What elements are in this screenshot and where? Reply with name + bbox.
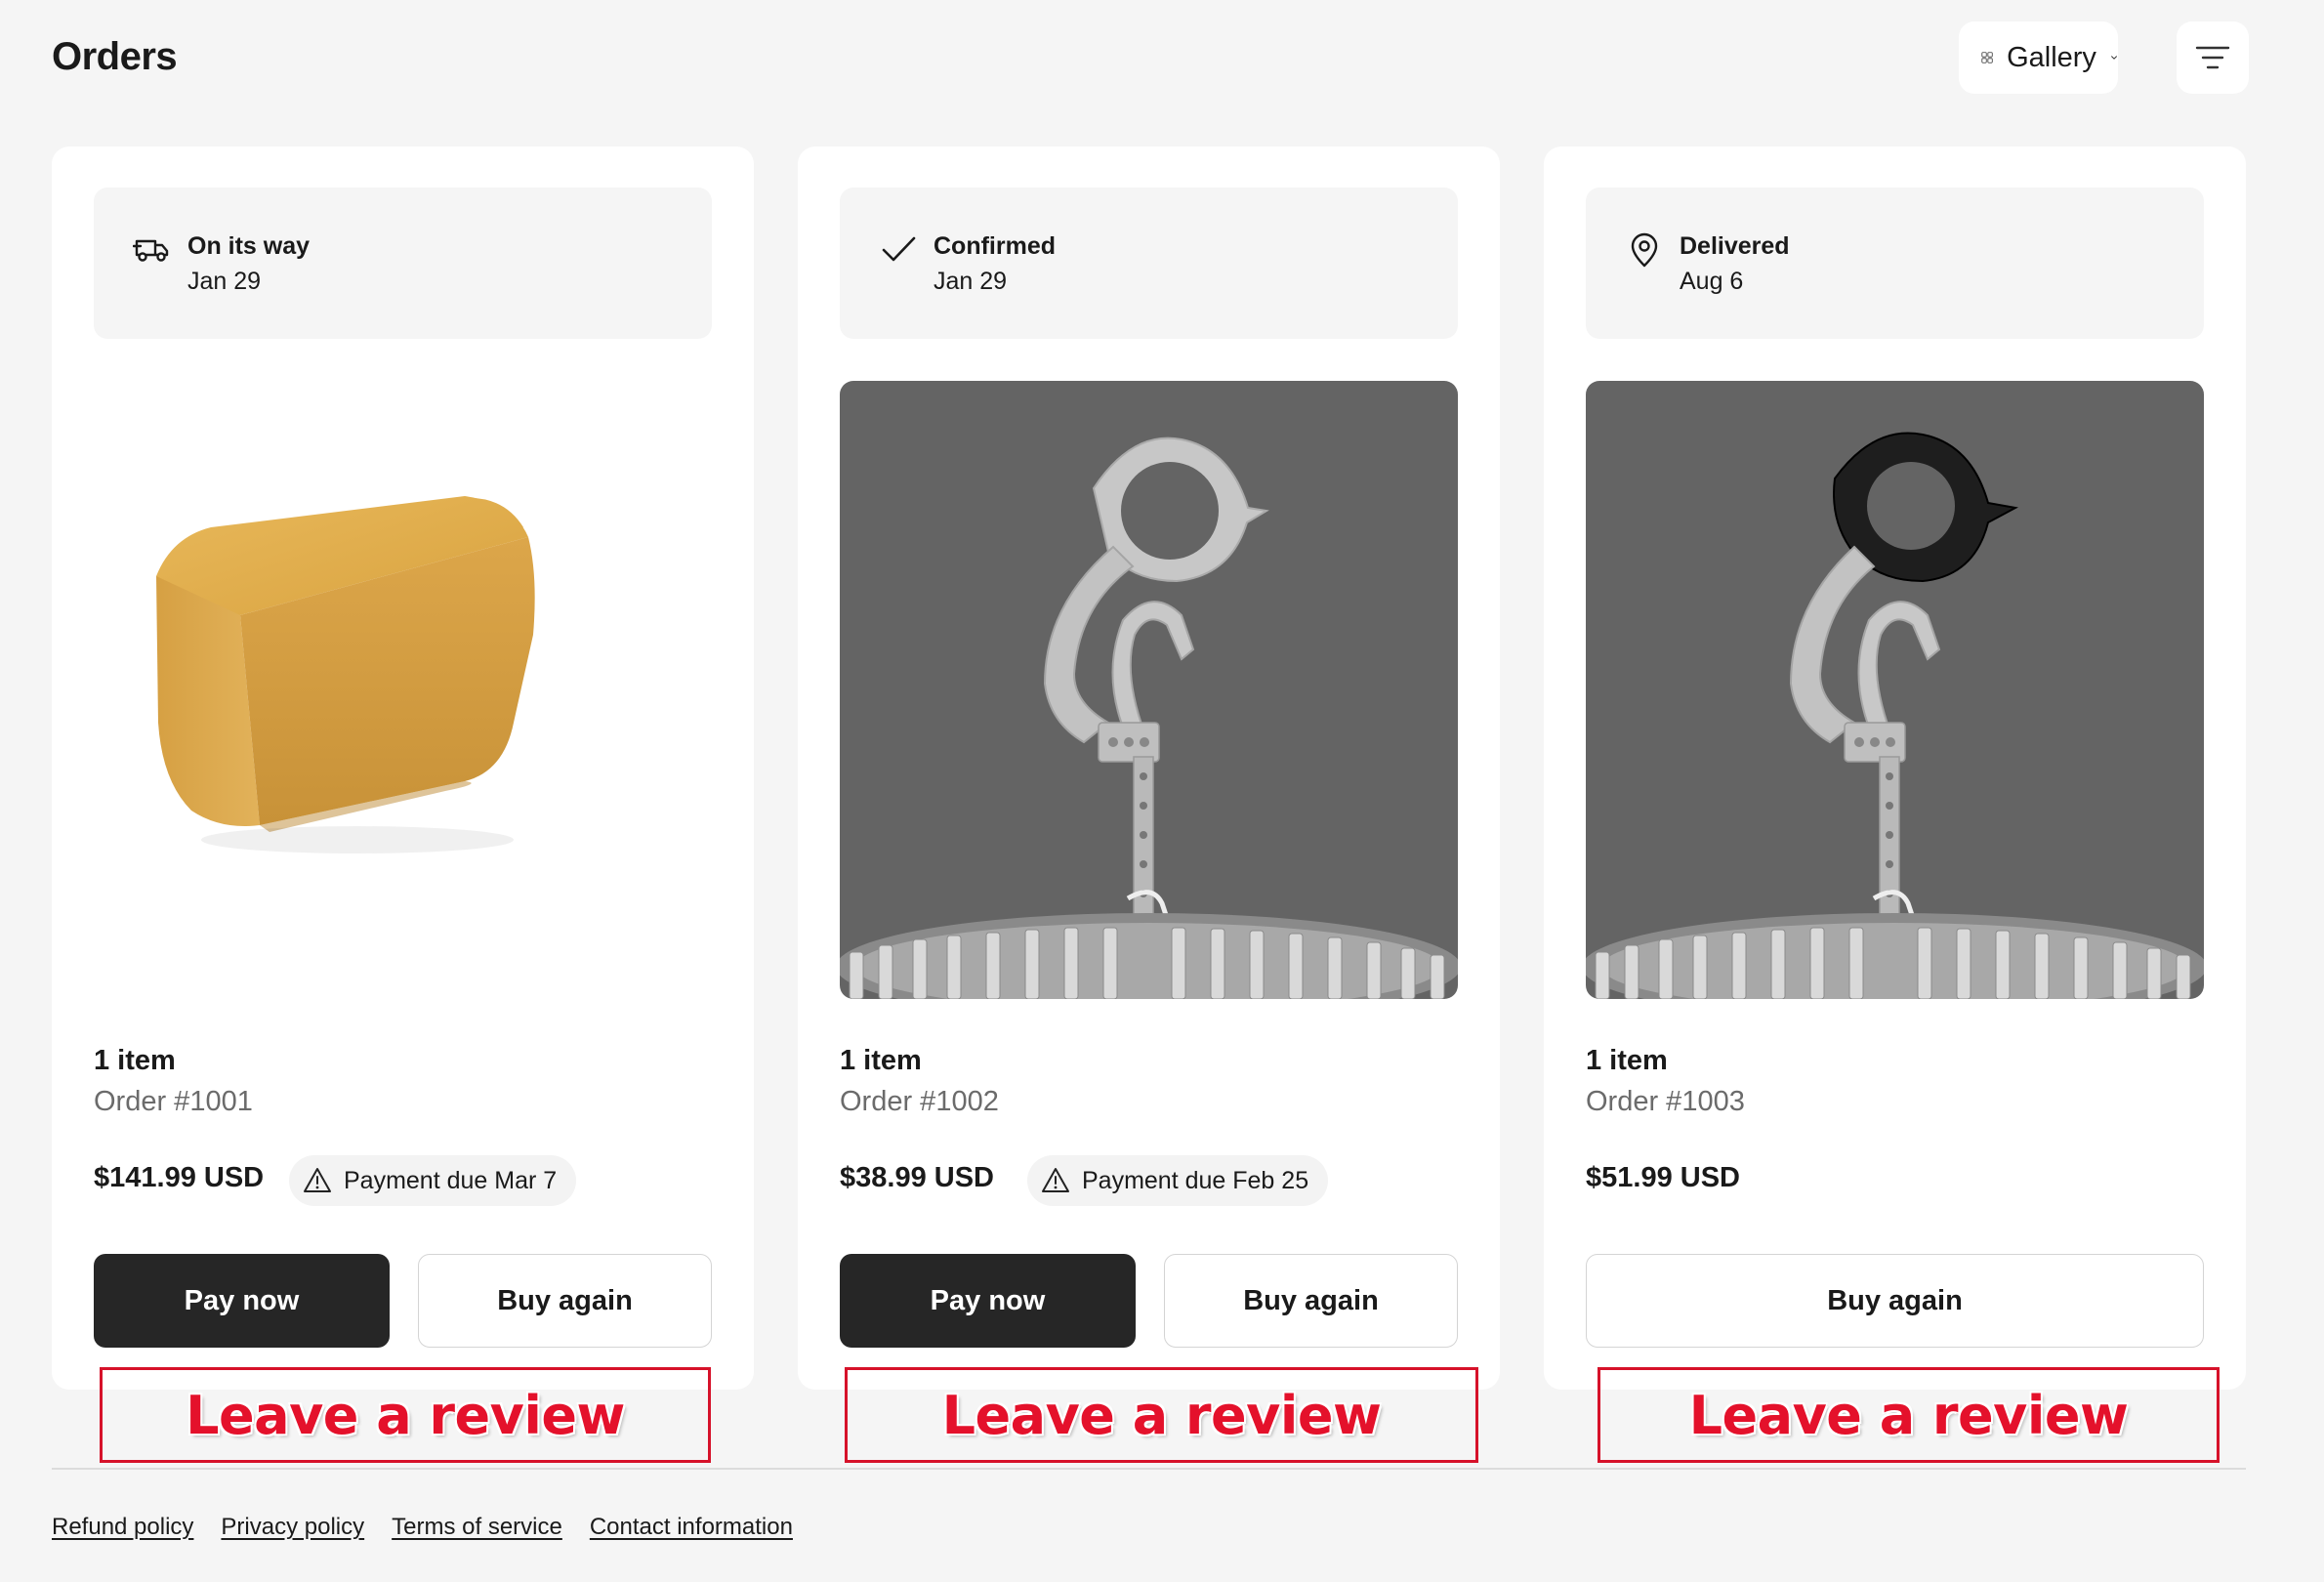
order-status: On its way Jan 29 — [94, 187, 712, 339]
view-switch-dropdown[interactable]: Gallery — [1959, 21, 2118, 94]
buy-again-button[interactable]: Buy again — [418, 1254, 712, 1348]
page-header: Orders Gallery — [52, 21, 2249, 94]
chevron-down-icon — [2111, 56, 2117, 60]
metal-hanger-image — [840, 437, 1458, 999]
pay-now-button[interactable]: Pay now — [94, 1254, 390, 1348]
order-price: $51.99 USD — [1586, 1162, 1740, 1193]
beeswax-block-image — [156, 496, 535, 853]
item-count: 1 item — [1586, 1045, 1668, 1076]
product-image[interactable] — [94, 381, 712, 999]
footer-links: Refund policy Privacy policy Terms of se… — [52, 1514, 793, 1541]
order-number[interactable]: Order #1003 — [1586, 1086, 1745, 1118]
page-title: Orders — [52, 35, 178, 78]
filter-button[interactable] — [2177, 21, 2249, 94]
order-price: $141.99 USD — [94, 1162, 265, 1193]
item-count: 1 item — [94, 1045, 176, 1076]
payment-due-badge: Payment due Mar 7 — [289, 1155, 577, 1206]
order-status: Confirmed Jan 29 — [840, 187, 1458, 339]
location-pin-icon — [1631, 232, 1658, 268]
check-icon — [882, 236, 916, 262]
truck-icon — [133, 239, 169, 262]
status-date: Jan 29 — [934, 268, 1008, 295]
pay-now-button[interactable]: Pay now — [840, 1254, 1136, 1348]
grid-icon — [1981, 52, 1993, 63]
order-price: $38.99 USD — [840, 1162, 994, 1193]
footer-divider — [52, 1468, 2246, 1470]
status-label: Delivered — [1680, 232, 1790, 260]
status-label: Confirmed — [934, 232, 1056, 260]
order-number[interactable]: Order #1001 — [94, 1086, 253, 1118]
status-date: Aug 6 — [1680, 268, 1744, 295]
payment-due-badge: Payment due Feb 25 — [1027, 1155, 1329, 1206]
privacy-policy-link[interactable]: Privacy policy — [221, 1514, 364, 1541]
view-switch-label: Gallery — [2007, 41, 2096, 73]
item-count: 1 item — [840, 1045, 922, 1076]
order-status: Delivered Aug 6 — [1586, 187, 2204, 339]
refund-policy-link[interactable]: Refund policy — [52, 1514, 193, 1541]
terms-of-service-link[interactable]: Terms of service — [392, 1514, 562, 1541]
status-date: Jan 29 — [187, 268, 262, 295]
order-card: Confirmed Jan 29 1 item Order #1002 $38.… — [798, 146, 1500, 1390]
buy-again-button[interactable]: Buy again — [1586, 1254, 2204, 1348]
product-image[interactable] — [1586, 381, 2204, 999]
product-image[interactable] — [840, 381, 1458, 999]
contact-information-link[interactable]: Contact information — [590, 1514, 793, 1541]
buy-again-button[interactable]: Buy again — [1164, 1254, 1458, 1348]
order-number[interactable]: Order #1002 — [840, 1086, 999, 1118]
status-label: On its way — [187, 232, 311, 260]
order-card: Delivered Aug 6 1 item Order #1003 $51.9… — [1544, 146, 2246, 1390]
warning-icon — [304, 1168, 331, 1192]
leave-review-button[interactable]: Leave a review — [845, 1367, 1478, 1463]
order-card: On its way Jan 29 1 item Order #1001 $14… — [52, 146, 754, 1390]
filter-icon — [2195, 46, 2230, 69]
warning-icon — [1042, 1168, 1069, 1192]
payment-due-text: Payment due Feb 25 — [1082, 1166, 1309, 1194]
leave-review-button[interactable]: Leave a review — [1598, 1367, 2220, 1463]
payment-due-text: Payment due Mar 7 — [344, 1166, 558, 1194]
leave-review-button[interactable]: Leave a review — [100, 1367, 711, 1463]
metal-hanger-black-grip-image — [1586, 432, 2204, 999]
